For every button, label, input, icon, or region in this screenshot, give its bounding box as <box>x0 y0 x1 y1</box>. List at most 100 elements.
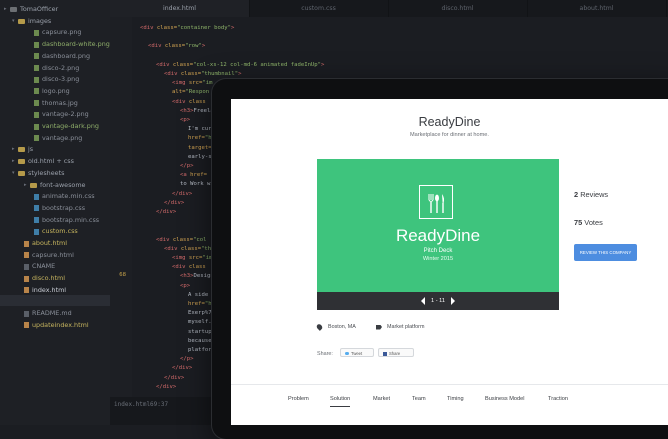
file-tree-item[interactable]: vantage-2.png <box>28 109 89 120</box>
file-tree-item[interactable]: ▸ js <box>12 144 33 155</box>
code-token: <div <box>140 25 154 31</box>
code-token: myself. <box>188 319 212 326</box>
file-tree-item[interactable]: thomas.jpg <box>28 98 78 109</box>
editor-tab[interactable]: disco.html <box>388 0 528 17</box>
tweet-label: Tweet <box>351 351 363 356</box>
file-tree-label: js <box>28 145 34 154</box>
code-token: class <box>185 98 206 105</box>
file-icon <box>34 100 39 107</box>
code-token: class= <box>161 43 186 50</box>
editor-tab[interactable]: index.html <box>110 0 250 17</box>
file-icon <box>24 275 29 282</box>
file-tree-item[interactable]: vantage.png <box>28 133 82 144</box>
code-line: to Work wi <box>180 180 214 189</box>
file-tree-item[interactable]: updateindex.html <box>18 320 89 331</box>
code-token: <h3> <box>180 107 194 114</box>
code-token: <h3> <box>180 273 194 280</box>
code-token: to Work wi <box>180 181 214 188</box>
location-meta: Boston, MA <box>315 323 356 331</box>
file-tree-item[interactable]: custom.css <box>28 226 78 237</box>
slide-brand-name: ReadyDine <box>395 226 481 245</box>
slide-season-label: Winter 2015 <box>422 256 454 262</box>
reviews-stat: 2 Reviews <box>574 190 608 199</box>
section-nav-item[interactable]: Solution <box>330 396 351 407</box>
file-icon <box>24 287 29 294</box>
file-tree-item[interactable]: dashboard.png <box>28 51 90 62</box>
editor-tab-bar: index.html custom.css disco.html about.html <box>110 0 668 17</box>
review-company-button[interactable]: REVIEW THIS COMPANY <box>574 244 637 261</box>
file-tree-item[interactable]: dashboard-white.png <box>28 39 110 50</box>
section-nav-item[interactable]: Traction <box>548 396 568 402</box>
file-tree-item[interactable]: CNAME <box>18 261 55 272</box>
section-nav-item[interactable]: Team <box>412 396 426 402</box>
share-label: Share: <box>317 351 333 357</box>
code-line: <div class="container body"> <box>140 24 234 33</box>
file-tree-item[interactable]: about.html <box>18 238 67 249</box>
pitch-deck-slide[interactable]: ReadyDine Pitch Deck Winter 2015 <box>317 159 559 292</box>
file-tree-label: dashboard-white.png <box>42 40 110 49</box>
status-file-name: index.html <box>114 401 151 408</box>
file-tree-sidebar: ▸ TomaOfficer ▾ images capsure.png dashboard-… <box>0 0 111 425</box>
file-icon <box>24 252 29 259</box>
file-tree-label: vantage.png <box>42 133 83 142</box>
editor-tab[interactable]: about.html <box>527 0 667 17</box>
section-nav-item[interactable]: Market <box>373 396 390 402</box>
file-tree-item[interactable]: ▾ stylesheets <box>12 168 64 179</box>
code-line: <div class <box>172 263 206 272</box>
file-tree-label: disco-2.png <box>42 63 80 72</box>
file-tree-label: README.md <box>32 309 72 318</box>
file-tree-item[interactable]: ▾ images <box>12 16 51 27</box>
code-line: <div class="col <box>156 236 207 245</box>
file-tree-item[interactable]: logo.png <box>28 86 70 97</box>
section-nav-item[interactable]: Business Model <box>485 396 525 402</box>
code-line: <img src="im <box>172 254 212 263</box>
code-token: href= <box>186 172 207 179</box>
editor-tab[interactable]: custom.css <box>249 0 389 17</box>
code-token: <a <box>180 172 187 179</box>
file-tree-item[interactable]: README.md <box>18 308 72 319</box>
file-tree-item[interactable]: ▸ TomaOfficer <box>4 4 58 15</box>
code-token: <div <box>148 43 162 50</box>
code-token: > <box>230 25 235 31</box>
next-slide-icon[interactable] <box>451 297 455 305</box>
folder-icon <box>18 18 25 24</box>
code-line: I'm curr <box>188 125 215 134</box>
code-line: alt="Respon <box>172 88 209 97</box>
file-tree-item[interactable]: bootstrap.css <box>28 203 85 214</box>
file-tree-item[interactable]: capsure.png <box>28 27 81 38</box>
section-nav-item[interactable]: Problem <box>288 396 309 402</box>
line-number: 68 <box>119 272 126 279</box>
code-line: <div class="col-xs-12 col-md-6 animated … <box>156 61 324 70</box>
code-line: Exerp%7C <box>188 309 215 318</box>
code-token: <div <box>172 264 186 271</box>
file-tree-item[interactable]: capsure.html <box>18 250 74 261</box>
file-tree-item[interactable]: disco-3.png <box>28 74 79 85</box>
tweet-button[interactable]: Tweet <box>340 348 374 357</box>
code-token: > <box>321 61 325 68</box>
file-tree-item[interactable]: animate.min.css <box>28 191 95 202</box>
line-gutter: 68 <box>110 17 132 397</box>
file-tree-label: CNAME <box>32 262 56 271</box>
file-tree-item[interactable]: ▸ old.html + css <box>12 156 74 167</box>
code-line: href="h <box>188 134 212 143</box>
code-token: </p> <box>180 163 194 169</box>
section-nav-item[interactable]: Timing <box>447 396 464 402</box>
code-token: src= <box>185 80 203 87</box>
code-token: I'm curr <box>188 126 215 133</box>
file-icon <box>34 29 39 36</box>
code-line: </div> <box>172 190 192 199</box>
file-tree-item[interactable]: ▸ font-awesome <box>24 180 86 191</box>
file-icon <box>34 76 39 83</box>
file-tree-label: bootstrap.min.css <box>42 215 100 224</box>
file-tree-item[interactable]: vantage-dark.png <box>28 121 99 132</box>
file-tree-item[interactable]: disco.html <box>18 273 65 284</box>
code-line: <h3>Design <box>180 272 214 281</box>
file-icon <box>24 310 29 317</box>
file-tree-label: bootstrap.css <box>42 203 86 212</box>
code-line: myself. <box>188 318 212 327</box>
file-tree-item[interactable]: bootstrap.min.css <box>28 215 99 226</box>
code-token: "col <box>193 236 207 243</box>
file-tree-item[interactable]: disco-2.png <box>28 63 79 74</box>
code-token: href= <box>188 301 205 307</box>
facebook-share-button[interactable]: Share <box>378 348 414 357</box>
